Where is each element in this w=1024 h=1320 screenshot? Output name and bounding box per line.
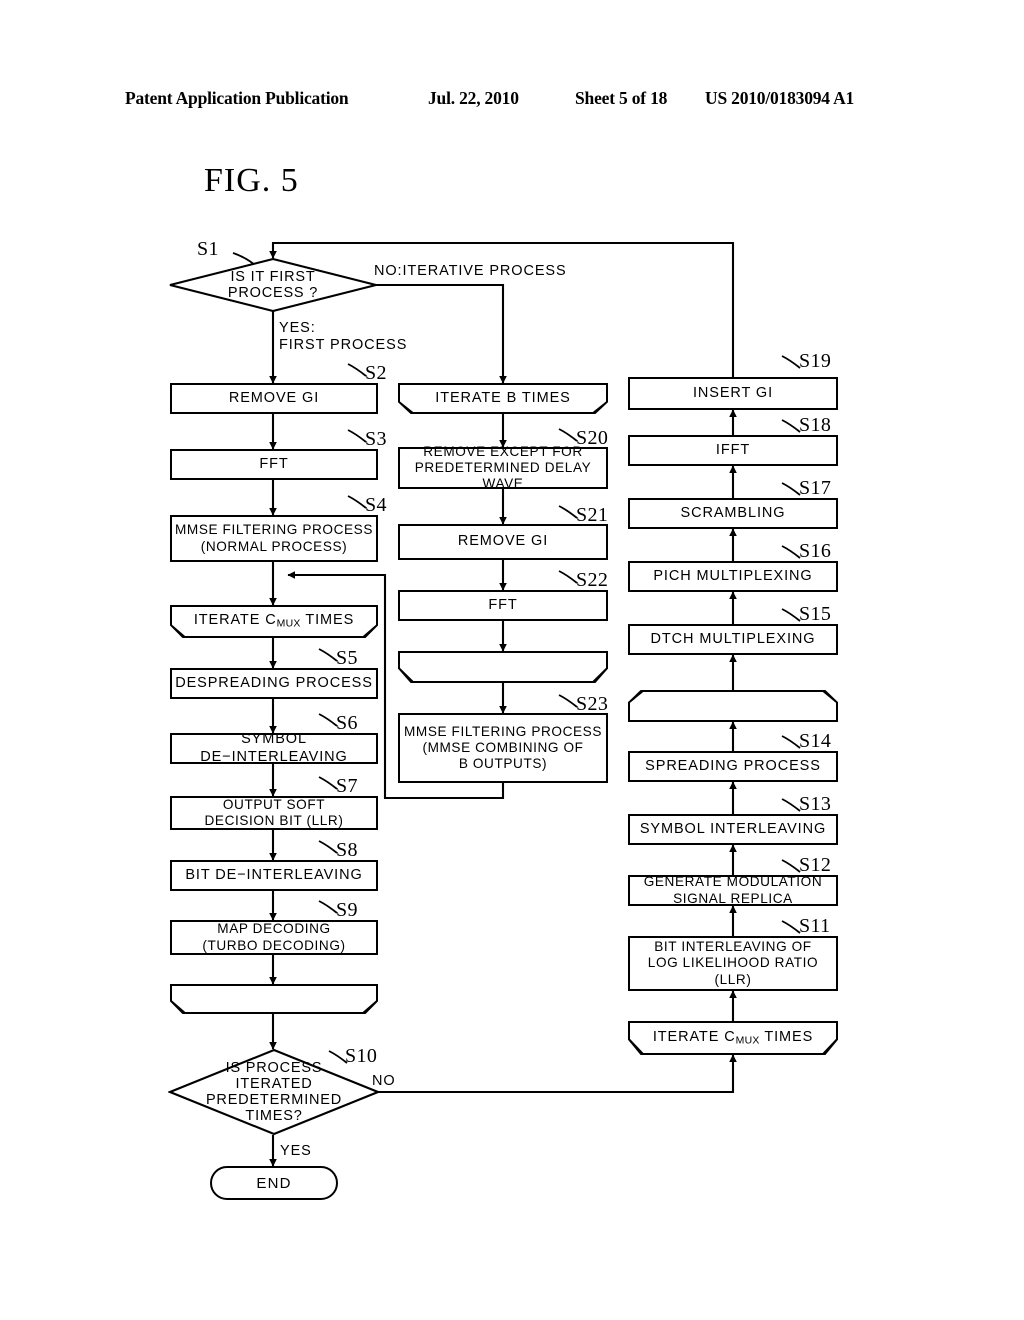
process-s14-label: SPREADING PROCESS (645, 757, 821, 774)
process-s12-label: GENERATE MODULATION SIGNAL REPLICA (643, 874, 823, 906)
loop-start-right[interactable]: ITERATE CMUX TIMES (628, 1021, 838, 1055)
header-date: Jul. 22, 2010 (428, 88, 519, 108)
step-label-s1: S1 (197, 238, 219, 260)
process-s7[interactable]: OUTPUT SOFT DECISION BIT (LLR) (170, 796, 378, 830)
process-s17[interactable]: SCRAMBLING (628, 498, 838, 529)
process-s3[interactable]: FFT (170, 449, 378, 480)
loop-end-left[interactable] (170, 984, 378, 1014)
process-s23-label: MMSE FILTERING PROCESS (MMSE COMBINING O… (404, 723, 602, 772)
loop-end-right-inner (630, 692, 836, 720)
process-s5-label: DESPREADING PROCESS (175, 674, 373, 691)
loop-start-middle[interactable]: ITERATE B TIMES (398, 383, 608, 414)
step-label-s3: S3 (365, 428, 387, 450)
step-label-s17: S17 (799, 477, 832, 499)
edge-label-s10-yes: YES (280, 1143, 312, 1159)
step-label-s10: S10 (345, 1045, 378, 1067)
header-sheet: Sheet 5 of 18 (575, 88, 668, 108)
process-s3-label: FFT (259, 455, 289, 472)
process-s11-label: BIT INTERLEAVING OF LOG LIKELIHOOD RATIO… (647, 939, 819, 987)
step-label-s6: S6 (336, 712, 358, 734)
terminator-end[interactable]: END (210, 1166, 338, 1200)
loop-start-middle-label: ITERATE B TIMES (435, 389, 571, 406)
process-s19[interactable]: INSERT GI (628, 377, 838, 410)
process-s12[interactable]: GENERATE MODULATION SIGNAL REPLICA (628, 874, 838, 906)
step-label-s7: S7 (336, 775, 358, 797)
header-patent-number: US 2010/0183094 A1 (705, 88, 855, 108)
process-s6[interactable]: SYMBOL DE−INTERLEAVING (170, 731, 378, 765)
loop-start-right-inner: ITERATE CMUX TIMES (630, 1023, 836, 1053)
process-s21-label: REMOVE GI (457, 533, 549, 550)
process-s20-label: REMOVE EXCEPT FOR PREDETERMINED DELAY WA… (414, 443, 592, 492)
figure-title: FIG. 5 (204, 162, 299, 199)
process-s4[interactable]: MMSE FILTERING PROCESS (NORMAL PROCESS) (170, 515, 378, 562)
process-s20[interactable]: REMOVE EXCEPT FOR PREDETERMINED DELAY WA… (398, 443, 608, 492)
process-s4-label: MMSE FILTERING PROCESS (NORMAL PROCESS) (175, 522, 373, 554)
step-label-s15: S15 (799, 603, 832, 625)
process-s19-label: INSERT GI (692, 384, 774, 401)
process-s2-label: REMOVE GI (228, 389, 320, 406)
loop-end-right[interactable] (628, 690, 838, 722)
loop-start-right-sub: MUX (735, 1034, 760, 1046)
loop-start-right-label: ITERATE CMUX TIMES (652, 1028, 814, 1046)
process-s21[interactable]: REMOVE GI (398, 524, 608, 560)
process-s2[interactable]: REMOVE GI (170, 383, 378, 414)
edge-label-s10-no: NO (372, 1073, 396, 1089)
step-label-s16: S16 (799, 540, 832, 562)
process-s13-label: SYMBOL INTERLEAVING (639, 820, 827, 837)
process-s22-label: FFT (488, 596, 518, 613)
step-label-s4: S4 (365, 494, 387, 516)
process-s18[interactable]: IFFT (628, 435, 838, 466)
step-label-s5: S5 (336, 647, 358, 669)
process-s13[interactable]: SYMBOL INTERLEAVING (628, 814, 838, 845)
process-s22[interactable]: FFT (398, 590, 608, 621)
process-s23[interactable]: MMSE FILTERING PROCESS (MMSE COMBINING O… (398, 713, 608, 783)
step-label-s23: S23 (576, 693, 609, 715)
process-s11[interactable]: BIT INTERLEAVING OF LOG LIKELIHOOD RATIO… (628, 936, 838, 991)
step-label-s9: S9 (336, 899, 358, 921)
loop-start-left-label: ITERATE CMUX TIMES (193, 612, 355, 630)
decision-s1: IS IT FIRST PROCESS ? (168, 258, 378, 312)
loop-end-middle[interactable] (398, 651, 608, 683)
process-s6-label: SYMBOL DE−INTERLEAVING (200, 731, 348, 765)
process-s15[interactable]: DTCH MULTIPLEXING (628, 624, 838, 655)
edge-label-s1-no: NO:ITERATIVE PROCESS (374, 263, 567, 279)
step-label-s22: S22 (576, 569, 609, 591)
edge-label-s1-yes: YES: FIRST PROCESS (279, 320, 408, 354)
process-s9[interactable]: MAP DECODING (TURBO DECODING) (170, 920, 378, 955)
process-s14[interactable]: SPREADING PROCESS (628, 751, 838, 782)
process-s9-label: MAP DECODING (TURBO DECODING) (202, 921, 346, 953)
process-s15-label: DTCH MULTIPLEXING (650, 630, 816, 647)
step-label-s11: S11 (799, 915, 831, 937)
process-s8[interactable]: BIT DE−INTERLEAVING (170, 860, 378, 891)
loop-start-left-inner: ITERATE CMUX TIMES (172, 607, 376, 636)
step-label-s13: S13 (799, 793, 832, 815)
process-s5[interactable]: DESPREADING PROCESS (170, 668, 378, 699)
step-label-s8: S8 (336, 839, 358, 861)
step-label-s21: S21 (576, 504, 609, 526)
step-label-s20: S20 (576, 427, 609, 449)
step-label-s12: S12 (799, 854, 832, 876)
loop-end-middle-inner (400, 653, 606, 681)
decision-s1-label: IS IT FIRST PROCESS ? (227, 268, 319, 301)
loop-end-left-inner (172, 986, 376, 1012)
page-header: Patent Application Publication Jul. 22, … (0, 88, 1024, 112)
process-s18-label: IFFT (715, 441, 751, 458)
process-s8-label: BIT DE−INTERLEAVING (185, 866, 363, 883)
decision-s10-label: IS PROCESS ITERATED PREDETERMINED TIMES? (205, 1059, 343, 1125)
terminator-end-label: END (256, 1174, 292, 1192)
loop-start-left[interactable]: ITERATE CMUX TIMES (170, 605, 378, 638)
process-s16[interactable]: PICH MULTIPLEXING (628, 561, 838, 592)
step-label-s2: S2 (365, 362, 387, 384)
step-label-s18: S18 (799, 414, 832, 436)
patent-figure-page: Patent Application Publication Jul. 22, … (0, 0, 1024, 1320)
step-label-s19: S19 (799, 350, 832, 372)
process-s17-label: SCRAMBLING (680, 504, 786, 521)
step-label-s14: S14 (799, 730, 832, 752)
loop-start-left-sub: MUX (276, 618, 301, 630)
loop-start-middle-inner: ITERATE B TIMES (400, 385, 606, 412)
process-s16-label: PICH MULTIPLEXING (653, 567, 813, 584)
header-publication: Patent Application Publication (125, 88, 349, 108)
process-s7-label: OUTPUT SOFT DECISION BIT (LLR) (204, 796, 344, 828)
